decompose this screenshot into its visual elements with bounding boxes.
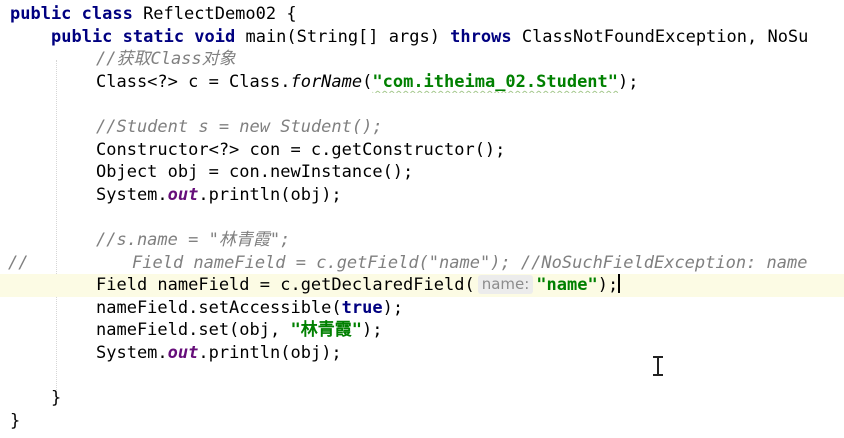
code-text: System.: [96, 343, 168, 363]
method-call: forName: [290, 71, 363, 92]
code-text: );: [361, 320, 383, 341]
code-line-8[interactable]: Object obj = con.newInstance();: [0, 161, 844, 184]
code-line-19[interactable]: }: [0, 410, 844, 433]
closing-brace: }: [10, 410, 21, 431]
code-line-17[interactable]: [0, 365, 844, 388]
code-line-7[interactable]: Constructor<?> con = c.getConstructor();: [0, 139, 844, 162]
code-line-9[interactable]: System.out.println(obj);: [0, 184, 844, 207]
code-text: Field nameField = c.getDeclaredField(: [96, 275, 475, 296]
string-literal: "name": [536, 275, 598, 296]
keyword: true: [341, 297, 383, 318]
line-comment-marker: //: [8, 252, 29, 273]
code-text: (: [362, 71, 373, 92]
code-text: Class<?> c = Class.: [96, 71, 291, 92]
code-text: .println(obj);: [198, 343, 342, 363]
code-text: nameField.setAccessible(: [96, 297, 342, 318]
method-signature: main(String[] args): [245, 26, 451, 47]
keyword: throws: [450, 26, 522, 47]
closing-brace: }: [51, 388, 62, 409]
code-line-18[interactable]: }: [0, 387, 844, 410]
code-line-4[interactable]: Class<?> c = Class.forName("com.itheima_…: [0, 71, 844, 94]
code-line-15[interactable]: nameField.set(obj, "林青霞");: [0, 319, 844, 342]
static-field: out: [167, 343, 199, 363]
string-literal: "林青霞": [290, 320, 362, 341]
mouse-ibeam-cursor-icon: [652, 356, 664, 376]
code-line-14[interactable]: nameField.setAccessible(true);: [0, 297, 844, 320]
class-declaration: ReflectDemo02 {: [143, 4, 297, 24]
code-line-6[interactable]: //Student s = new Student();: [0, 116, 844, 139]
string-literal: "com.itheima_02.Student": [372, 71, 619, 92]
static-field: out: [167, 184, 199, 205]
code-text: );: [618, 71, 639, 92]
comment: //s.name = "林青霞";: [96, 230, 291, 250]
code-line-10[interactable]: [0, 206, 844, 229]
code-editor[interactable]: public class ReflectDemo02 { public stat…: [0, 0, 844, 438]
code-text: );: [382, 297, 404, 318]
parameter-hint: name:: [477, 275, 534, 295]
code-line-13-current[interactable]: Field nameField = c.getDeclaredField(nam…: [0, 274, 844, 297]
code-line-2[interactable]: public static void main(String[] args) t…: [0, 26, 844, 49]
code-text: Object obj = con.newInstance();: [96, 162, 414, 183]
code-line-5[interactable]: [0, 93, 844, 116]
comment: //Student s = new Student();: [96, 117, 383, 137]
code-text: .println(obj);: [198, 184, 342, 205]
code-line-3[interactable]: //获取Class对象: [0, 48, 844, 71]
code-text: );: [597, 275, 619, 296]
keyword: public class: [10, 4, 144, 24]
comment: //获取Class对象: [96, 49, 236, 70]
keyword: public static void: [51, 26, 246, 47]
code-line-1[interactable]: public class ReflectDemo02 {: [0, 3, 844, 26]
code-text: Constructor<?> con = c.getConstructor();: [96, 139, 506, 160]
code-line-11[interactable]: //s.name = "林青霞";: [0, 229, 844, 252]
code-line-12[interactable]: // Field nameField = c.getField("name");…: [0, 252, 844, 275]
code-line-16[interactable]: System.out.println(obj);: [0, 342, 844, 365]
exception-list: ClassNotFoundException, NoSu: [521, 26, 809, 47]
code-text: System.: [96, 184, 168, 205]
code-text: nameField.set(obj,: [96, 320, 291, 341]
text-caret: [618, 274, 621, 294]
comment: Field nameField = c.getField("name"); //…: [132, 252, 808, 273]
